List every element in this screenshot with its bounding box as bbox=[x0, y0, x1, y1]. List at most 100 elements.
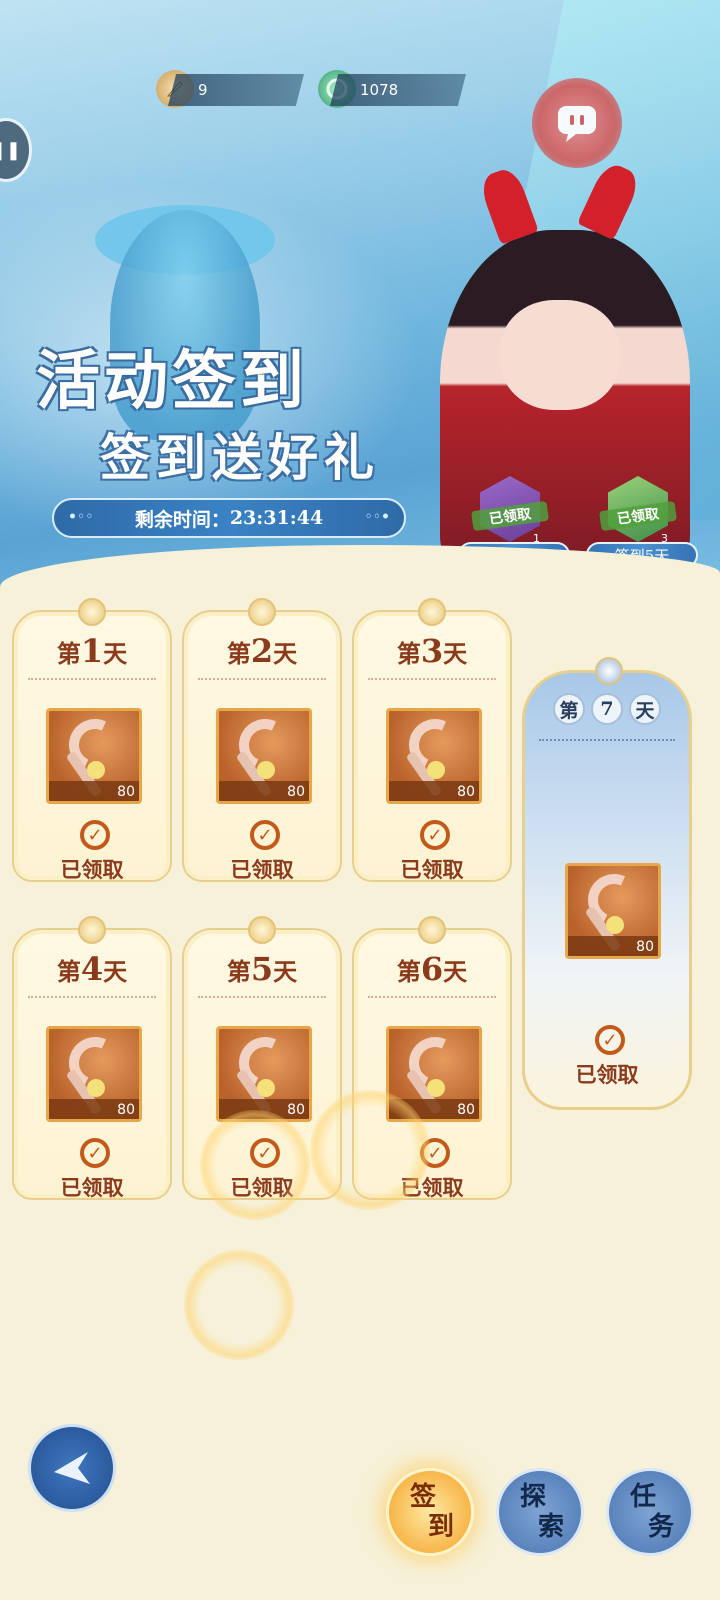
day-number: 1 bbox=[80, 632, 104, 670]
flower-decoration bbox=[257, 761, 275, 779]
day-card-2[interactable]: 第2天 80 ✓ 已领取 bbox=[182, 598, 342, 882]
card-divider bbox=[368, 996, 496, 998]
nav-tasks-char2: 务 bbox=[647, 1512, 674, 1542]
reward-item[interactable]: 80 bbox=[565, 863, 661, 959]
day-suffix: 天 bbox=[273, 639, 298, 668]
event-subtitle: 签到送好礼 bbox=[100, 428, 380, 487]
claim-status: 已领取 bbox=[60, 1175, 124, 1200]
nav-signin-button[interactable]: 签 到 bbox=[386, 1468, 474, 1556]
currency-feather-value: 9 bbox=[198, 81, 208, 99]
flower-decoration bbox=[87, 1079, 105, 1097]
claim-status: 已领取 bbox=[400, 857, 464, 882]
card-divider bbox=[28, 678, 156, 680]
countdown-bar: •◦◦ 剩余时间： 23:31:44 ◦◦• bbox=[52, 498, 406, 538]
currency-jade-bar: 1078 bbox=[330, 74, 466, 106]
card-knob-icon bbox=[248, 916, 276, 944]
card-knob-icon bbox=[595, 657, 623, 685]
nav-signin-char1: 签 bbox=[409, 1482, 436, 1512]
glow-effect bbox=[310, 1090, 430, 1210]
day-suffix: 天 bbox=[443, 639, 468, 668]
event-title: 活动签到 bbox=[36, 344, 308, 419]
day-title: 第3天 bbox=[354, 632, 510, 670]
flower-decoration bbox=[257, 1079, 275, 1097]
day-number: 6 bbox=[420, 950, 444, 988]
day-card-1[interactable]: 第1天 80 ✓ 已领取 bbox=[12, 598, 172, 882]
glow-effect bbox=[200, 1110, 310, 1220]
flower-decoration bbox=[427, 761, 445, 779]
day-prefix: 第 bbox=[553, 693, 585, 725]
card-divider bbox=[28, 996, 156, 998]
reward-item[interactable]: 80 bbox=[216, 1026, 312, 1122]
day-title: 第4天 bbox=[14, 950, 170, 988]
reward-item[interactable]: 80 bbox=[386, 708, 482, 804]
day-suffix: 天 bbox=[103, 639, 128, 668]
milestone-reward-2[interactable]: 已领取 3 签到5天 bbox=[586, 476, 698, 568]
currency-jade-value: 1078 bbox=[360, 81, 399, 99]
nav-signin-char2: 到 bbox=[427, 1512, 454, 1542]
pause-icon: ❚❚ bbox=[0, 139, 21, 161]
card-divider bbox=[198, 678, 326, 680]
card-knob-icon bbox=[418, 598, 446, 626]
day-title: 第5天 bbox=[184, 950, 340, 988]
character-face bbox=[500, 300, 620, 410]
timer-value: 23:31:44 bbox=[229, 507, 324, 529]
reward-item[interactable]: 80 bbox=[46, 708, 142, 804]
day-card-3[interactable]: 第3天 80 ✓ 已领取 bbox=[352, 598, 512, 882]
glow-effect bbox=[184, 1250, 294, 1360]
card-knob-icon bbox=[78, 598, 106, 626]
reward-quantity: 80 bbox=[457, 1102, 475, 1118]
back-arrow-icon bbox=[54, 1452, 90, 1484]
check-icon: ✓ bbox=[80, 820, 110, 850]
day-suffix: 天 bbox=[103, 957, 128, 986]
day-card-7[interactable]: 第 7 天 80 ✓ 已领取 bbox=[522, 657, 692, 1110]
currency-feather-bar: 9 bbox=[168, 74, 304, 106]
nav-explore-button[interactable]: 探 索 bbox=[496, 1468, 584, 1556]
flower-decoration bbox=[606, 916, 624, 934]
day-number: 5 bbox=[250, 950, 274, 988]
reward-quantity: 80 bbox=[636, 939, 654, 955]
day-prefix: 第 bbox=[56, 957, 81, 986]
card-divider bbox=[539, 739, 675, 741]
timer-label: 剩余时间： bbox=[134, 508, 230, 531]
check-icon: ✓ bbox=[420, 820, 450, 850]
day-prefix: 第 bbox=[226, 957, 251, 986]
nav-explore-char1: 探 bbox=[519, 1482, 546, 1512]
claim-status: 已领取 bbox=[230, 857, 294, 882]
reward-quantity: 80 bbox=[117, 784, 135, 800]
day-suffix: 天 bbox=[629, 693, 661, 725]
day-title: 第 7 天 bbox=[525, 693, 689, 725]
check-icon: ✓ bbox=[80, 1138, 110, 1168]
nav-tasks-char1: 任 bbox=[629, 1482, 656, 1512]
nav-tasks-button[interactable]: 任 务 bbox=[606, 1468, 694, 1556]
back-button[interactable] bbox=[28, 1424, 116, 1512]
card-knob-icon bbox=[248, 598, 276, 626]
check-icon: ✓ bbox=[595, 1025, 625, 1055]
card-knob-icon bbox=[78, 916, 106, 944]
card-divider bbox=[368, 678, 496, 680]
day-prefix: 第 bbox=[226, 639, 251, 668]
claim-status: 已领取 bbox=[575, 1062, 639, 1087]
day-suffix: 天 bbox=[443, 957, 468, 986]
reward-quantity: 80 bbox=[457, 784, 475, 800]
chat-button[interactable] bbox=[532, 78, 622, 168]
chat-icon bbox=[558, 106, 596, 142]
day-number: 4 bbox=[80, 950, 104, 988]
flower-decoration bbox=[427, 1079, 445, 1097]
day-number: 2 bbox=[250, 632, 274, 670]
nav-explore-char2: 索 bbox=[537, 1512, 564, 1542]
reward-item[interactable]: 80 bbox=[46, 1026, 142, 1122]
card-knob-icon bbox=[418, 916, 446, 944]
day-prefix: 第 bbox=[56, 639, 81, 668]
card-divider bbox=[198, 996, 326, 998]
ornament-right-icon: ◦◦• bbox=[364, 509, 390, 525]
day-number: 3 bbox=[420, 632, 444, 670]
day-suffix: 天 bbox=[273, 957, 298, 986]
day-card-4[interactable]: 第4天 80 ✓ 已领取 bbox=[12, 916, 172, 1200]
flower-decoration bbox=[87, 761, 105, 779]
check-icon: ✓ bbox=[250, 820, 280, 850]
reward-quantity: 80 bbox=[117, 1102, 135, 1118]
reward-item[interactable]: 80 bbox=[216, 708, 312, 804]
reward-quantity: 80 bbox=[287, 784, 305, 800]
day-title: 第6天 bbox=[354, 950, 510, 988]
day-title: 第1天 bbox=[14, 632, 170, 670]
